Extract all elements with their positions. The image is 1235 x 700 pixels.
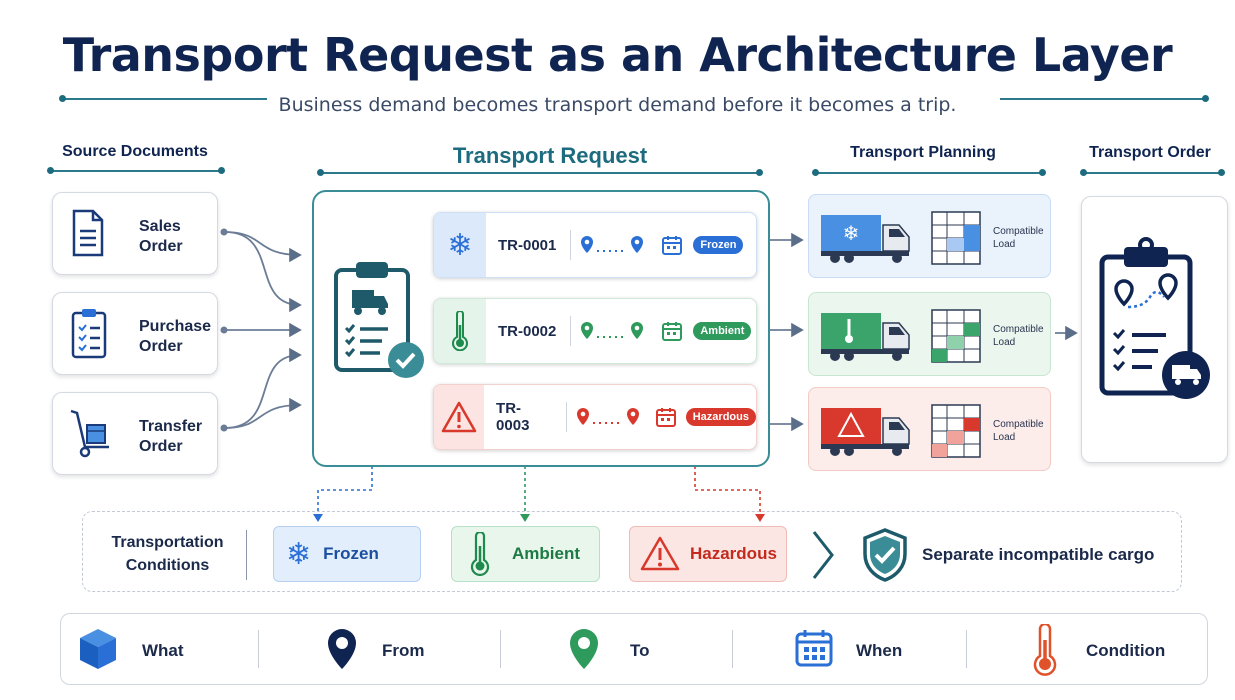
compatible-load-label: Compatible	[993, 226, 1044, 237]
clipboard-route-icon	[1099, 237, 1210, 399]
thermometer-icon	[452, 311, 468, 351]
compatible-load-label: Load	[993, 337, 1016, 348]
snowflake-icon: ❄	[286, 536, 312, 572]
svg-text:❄: ❄	[843, 221, 860, 245]
source-doc-label: Order	[139, 438, 183, 455]
request-row-tr-0003[interactable]: TR-0003 Hazardous	[433, 384, 757, 450]
thermometer-icon	[1033, 624, 1057, 676]
hazard-warning-icon	[640, 536, 680, 571]
divider	[258, 630, 259, 668]
compatible-load-label: Compatible	[993, 419, 1044, 430]
ambient-truck-icon	[821, 313, 910, 361]
planning-row-frozen[interactable]: ❄ Compatible Load	[808, 194, 1051, 278]
location-pin-icon	[570, 629, 598, 669]
clipboard-list-icon	[71, 309, 107, 359]
frozen-truck-icon: ❄	[821, 215, 910, 263]
legend-when: When	[856, 641, 903, 660]
legend-condition: Condition	[1086, 641, 1166, 660]
thermometer-icon	[470, 532, 490, 576]
condition-chip-ambient[interactable]: Ambient	[451, 526, 600, 582]
load-grid-icon	[931, 404, 981, 458]
snowflake-icon: ❄	[447, 227, 473, 263]
clipboard-truck-icon	[334, 262, 424, 378]
calendar-icon	[662, 236, 683, 255]
request-id: TR-0001	[498, 236, 557, 254]
conditions-label: Conditions	[125, 557, 210, 574]
source-doc-sales-order[interactable]: Sales Order	[52, 192, 218, 275]
source-doc-label: Order	[139, 338, 183, 355]
separate-cargo-label: Separate incompatible cargo	[922, 545, 1155, 564]
legend-from: From	[382, 641, 425, 660]
condition-badge-frozen: Frozen	[693, 236, 744, 254]
transport-order-card[interactable]	[1081, 196, 1228, 463]
document-icon	[72, 209, 104, 257]
route-icon	[581, 322, 644, 339]
source-doc-label: Transfer	[139, 418, 203, 435]
request-row-tr-0001[interactable]: ❄ TR-0001 Frozen	[433, 212, 757, 278]
divider	[500, 630, 501, 668]
planning-row-ambient[interactable]: Compatible Load	[808, 292, 1051, 376]
location-pin-icon	[328, 629, 356, 669]
condition-chip-hazardous[interactable]: Hazardous	[629, 526, 787, 582]
legend-to: To	[630, 641, 650, 660]
source-doc-label: Purchase	[139, 318, 212, 335]
divider	[732, 630, 733, 668]
shield-check-icon	[863, 528, 907, 582]
request-id: TR-0002	[498, 322, 557, 340]
conditions-label: Transportation	[111, 534, 224, 551]
source-doc-transfer-order[interactable]: Transfer Order	[52, 392, 218, 475]
legend-what: What	[142, 641, 184, 660]
load-grid-icon	[931, 309, 981, 363]
request-id: TR-0003	[496, 400, 530, 434]
condition-chip-label: Ambient	[512, 544, 580, 563]
calendar-icon	[655, 408, 676, 427]
source-doc-label: Sales	[139, 218, 181, 235]
condition-chip-label: Hazardous	[690, 544, 777, 563]
cube-icon	[80, 629, 116, 669]
compatible-load-label: Compatible	[993, 324, 1044, 335]
route-icon	[581, 236, 644, 253]
request-row-tr-0002[interactable]: TR-0002 Ambient	[433, 298, 757, 364]
hand-truck-icon	[70, 409, 109, 458]
load-grid-icon	[931, 211, 981, 265]
chevron-right-icon	[812, 531, 834, 579]
hazardous-truck-icon	[821, 408, 910, 456]
condition-chip-label: Frozen	[323, 544, 379, 563]
divider	[246, 530, 247, 580]
condition-badge-hazardous: Hazardous	[685, 408, 756, 426]
calendar-icon	[795, 630, 833, 667]
planning-row-hazardous[interactable]: Compatible Load	[808, 387, 1051, 471]
divider	[966, 630, 967, 668]
compatible-load-label: Load	[993, 239, 1016, 250]
source-doc-label: Order	[139, 238, 183, 255]
hazard-warning-icon	[441, 401, 477, 433]
route-icon	[577, 408, 640, 425]
condition-chip-frozen[interactable]: ❄ Frozen	[273, 526, 421, 582]
condition-badge-ambient: Ambient	[693, 322, 752, 340]
compatible-load-label: Load	[993, 432, 1016, 443]
calendar-icon	[662, 322, 683, 341]
source-doc-purchase-order[interactable]: Purchase Order	[52, 292, 218, 375]
